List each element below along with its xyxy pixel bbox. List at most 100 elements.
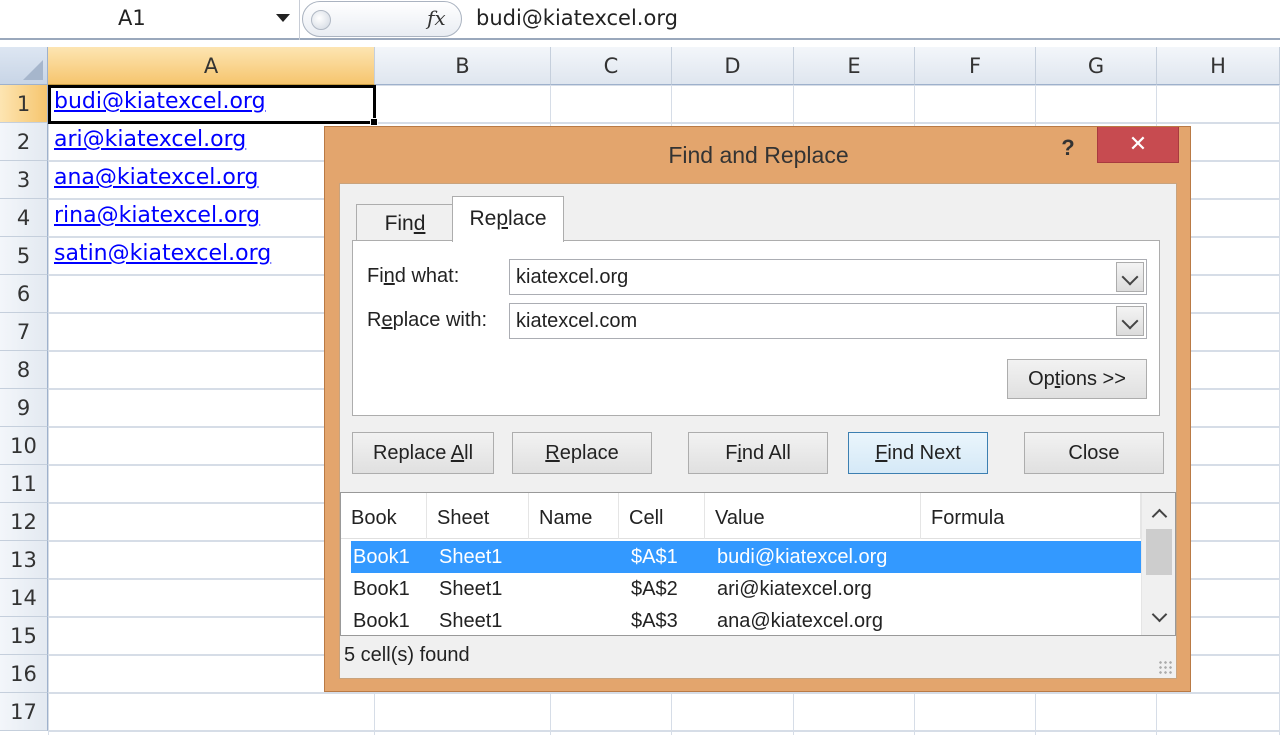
replace-with-value: kiatexcel.com xyxy=(516,310,638,332)
row-header-9[interactable]: 9 xyxy=(0,389,48,427)
name-box-value: A1 xyxy=(118,6,146,30)
results-column-name[interactable]: Name xyxy=(529,493,619,539)
function-button-group: fx xyxy=(302,1,462,37)
cell-a5[interactable]: satin@kiatexcel.org xyxy=(54,241,271,266)
name-box[interactable]: A1 xyxy=(0,0,300,40)
active-cell-border xyxy=(48,85,376,124)
results-cell-value: ana@kiatexcel.org xyxy=(717,610,883,632)
row-header-16[interactable]: 16 xyxy=(0,655,48,693)
row-header-15[interactable]: 15 xyxy=(0,617,48,655)
close-button[interactable]: Close xyxy=(1024,432,1164,474)
row-header-13[interactable]: 13 xyxy=(0,541,48,579)
row-header-10[interactable]: 10 xyxy=(0,427,48,465)
insert-function-button[interactable]: fx xyxy=(427,6,446,30)
tab-replace[interactable]: Replace xyxy=(452,196,564,242)
results-cell-sheet: Sheet1 xyxy=(439,610,503,632)
row-header-5[interactable]: 5 xyxy=(0,237,48,275)
replace-label: Replace xyxy=(545,442,619,464)
column-header-e[interactable]: E xyxy=(794,47,915,85)
results-cell-book: Book1 xyxy=(353,610,410,632)
results-cell-book: Book1 xyxy=(353,546,410,568)
chevron-down-icon[interactable] xyxy=(1116,306,1144,336)
tab-find[interactable]: Find xyxy=(356,204,454,240)
row-header-2[interactable]: 2 xyxy=(0,123,48,161)
scroll-thumb[interactable] xyxy=(1146,529,1172,575)
close-icon[interactable]: ✕ xyxy=(1097,127,1179,163)
select-all-icon xyxy=(23,60,43,80)
find-what-value: kiatexcel.org xyxy=(516,266,629,288)
expand-knob-icon[interactable] xyxy=(311,10,331,30)
replace-all-button[interactable]: Replace All xyxy=(352,432,494,474)
column-header-h[interactable]: H xyxy=(1157,47,1280,85)
results-cell-value: ari@kiatexcel.org xyxy=(717,578,872,600)
replace-with-label: Replace with: xyxy=(367,309,488,331)
chevron-down-icon[interactable] xyxy=(1142,601,1175,635)
row-header-4[interactable]: 4 xyxy=(0,199,48,237)
row-header-1[interactable]: 1 xyxy=(0,85,48,123)
cell-a3[interactable]: ana@kiatexcel.org xyxy=(54,165,258,190)
results-row[interactable]: Book1 Sheet1 $A$1 budi@kiatexcel.org xyxy=(351,541,1141,573)
results-cell-sheet: Sheet1 xyxy=(439,546,503,568)
results-cell-sheet: Sheet1 xyxy=(439,578,503,600)
cell-a4[interactable]: rina@kiatexcel.org xyxy=(54,203,260,228)
select-all-button[interactable] xyxy=(0,47,48,85)
replace-with-input[interactable]: kiatexcel.com xyxy=(509,303,1147,339)
results-cell-cell: $A$3 xyxy=(631,610,678,632)
column-header-a[interactable]: A xyxy=(48,47,375,85)
results-row[interactable]: Book1 Sheet1 $A$3 ana@kiatexcel.org xyxy=(351,605,1141,635)
cell-a2[interactable]: ari@kiatexcel.org xyxy=(54,127,246,152)
find-next-label: Find Next xyxy=(875,442,961,464)
column-headers: ABCDEFGH xyxy=(48,47,1280,85)
find-what-label: Find what: xyxy=(367,265,460,287)
tab-find-label: Find xyxy=(384,212,426,235)
grid-line xyxy=(48,692,1280,693)
chevron-down-icon[interactable] xyxy=(1116,262,1144,292)
results-header: Book Sheet Name Cell Value Formula xyxy=(341,493,1141,539)
formula-input[interactable]: budi@kiatexcel.org xyxy=(476,6,678,30)
replace-tab-panel: Find what: kiatexcel.org Replace with: k… xyxy=(352,240,1160,416)
replace-button[interactable]: Replace xyxy=(512,432,652,474)
help-button[interactable]: ? xyxy=(1053,133,1083,163)
column-header-d[interactable]: D xyxy=(672,47,794,85)
column-header-g[interactable]: G xyxy=(1036,47,1157,85)
find-what-input[interactable]: kiatexcel.org xyxy=(509,259,1147,295)
results-cell-value: budi@kiatexcel.org xyxy=(717,546,888,568)
results-list[interactable]: Book Sheet Name Cell Value Formula Book1 Sheet… xyxy=(340,492,1176,636)
row-header-7[interactable]: 7 xyxy=(0,313,48,351)
resize-grip-icon[interactable] xyxy=(1158,660,1172,674)
options-button-label: Options >> xyxy=(1028,368,1126,390)
row-header-14[interactable]: 14 xyxy=(0,579,48,617)
results-row[interactable]: Book1 Sheet1 $A$2 ari@kiatexcel.org xyxy=(351,573,1141,605)
results-column-formula[interactable]: Formula xyxy=(921,493,1141,539)
row-header-6[interactable]: 6 xyxy=(0,275,48,313)
row-header-8[interactable]: 8 xyxy=(0,351,48,389)
column-header-b[interactable]: B xyxy=(375,47,551,85)
formula-bar: A1 fx budi@kiatexcel.org xyxy=(0,0,1280,40)
row-header-3[interactable]: 3 xyxy=(0,161,48,199)
row-header-12[interactable]: 12 xyxy=(0,503,48,541)
fill-handle[interactable] xyxy=(370,118,378,126)
results-cell-book: Book1 xyxy=(353,578,410,600)
column-header-c[interactable]: C xyxy=(551,47,672,85)
status-text: 5 cell(s) found xyxy=(344,644,470,666)
find-replace-dialog: Find and Replace ? ✕ Find Replace Find w… xyxy=(324,126,1191,692)
results-column-cell[interactable]: Cell xyxy=(619,493,705,539)
grid-line xyxy=(48,730,1280,731)
row-header-11[interactable]: 11 xyxy=(0,465,48,503)
results-column-book[interactable]: Book xyxy=(341,493,427,539)
chevron-up-icon[interactable] xyxy=(1142,497,1175,531)
row-header-17[interactable]: 17 xyxy=(0,693,48,731)
results-cell-cell: $A$2 xyxy=(631,578,678,600)
dialog-client: Find Replace Find what: kiatexcel.org Re… xyxy=(339,183,1177,679)
tab-replace-label: Replace xyxy=(469,207,547,230)
column-header-f[interactable]: F xyxy=(915,47,1036,85)
find-all-button[interactable]: Find All xyxy=(688,432,828,474)
results-column-sheet[interactable]: Sheet xyxy=(427,493,529,539)
results-column-value[interactable]: Value xyxy=(705,493,921,539)
results-scrollbar[interactable] xyxy=(1141,493,1175,635)
results-cell-cell: $A$1 xyxy=(631,546,678,568)
chevron-down-icon[interactable] xyxy=(276,14,290,22)
find-all-label: Find All xyxy=(725,442,791,464)
options-button[interactable]: Options >> xyxy=(1007,359,1147,399)
find-next-button[interactable]: Find Next xyxy=(848,432,988,474)
